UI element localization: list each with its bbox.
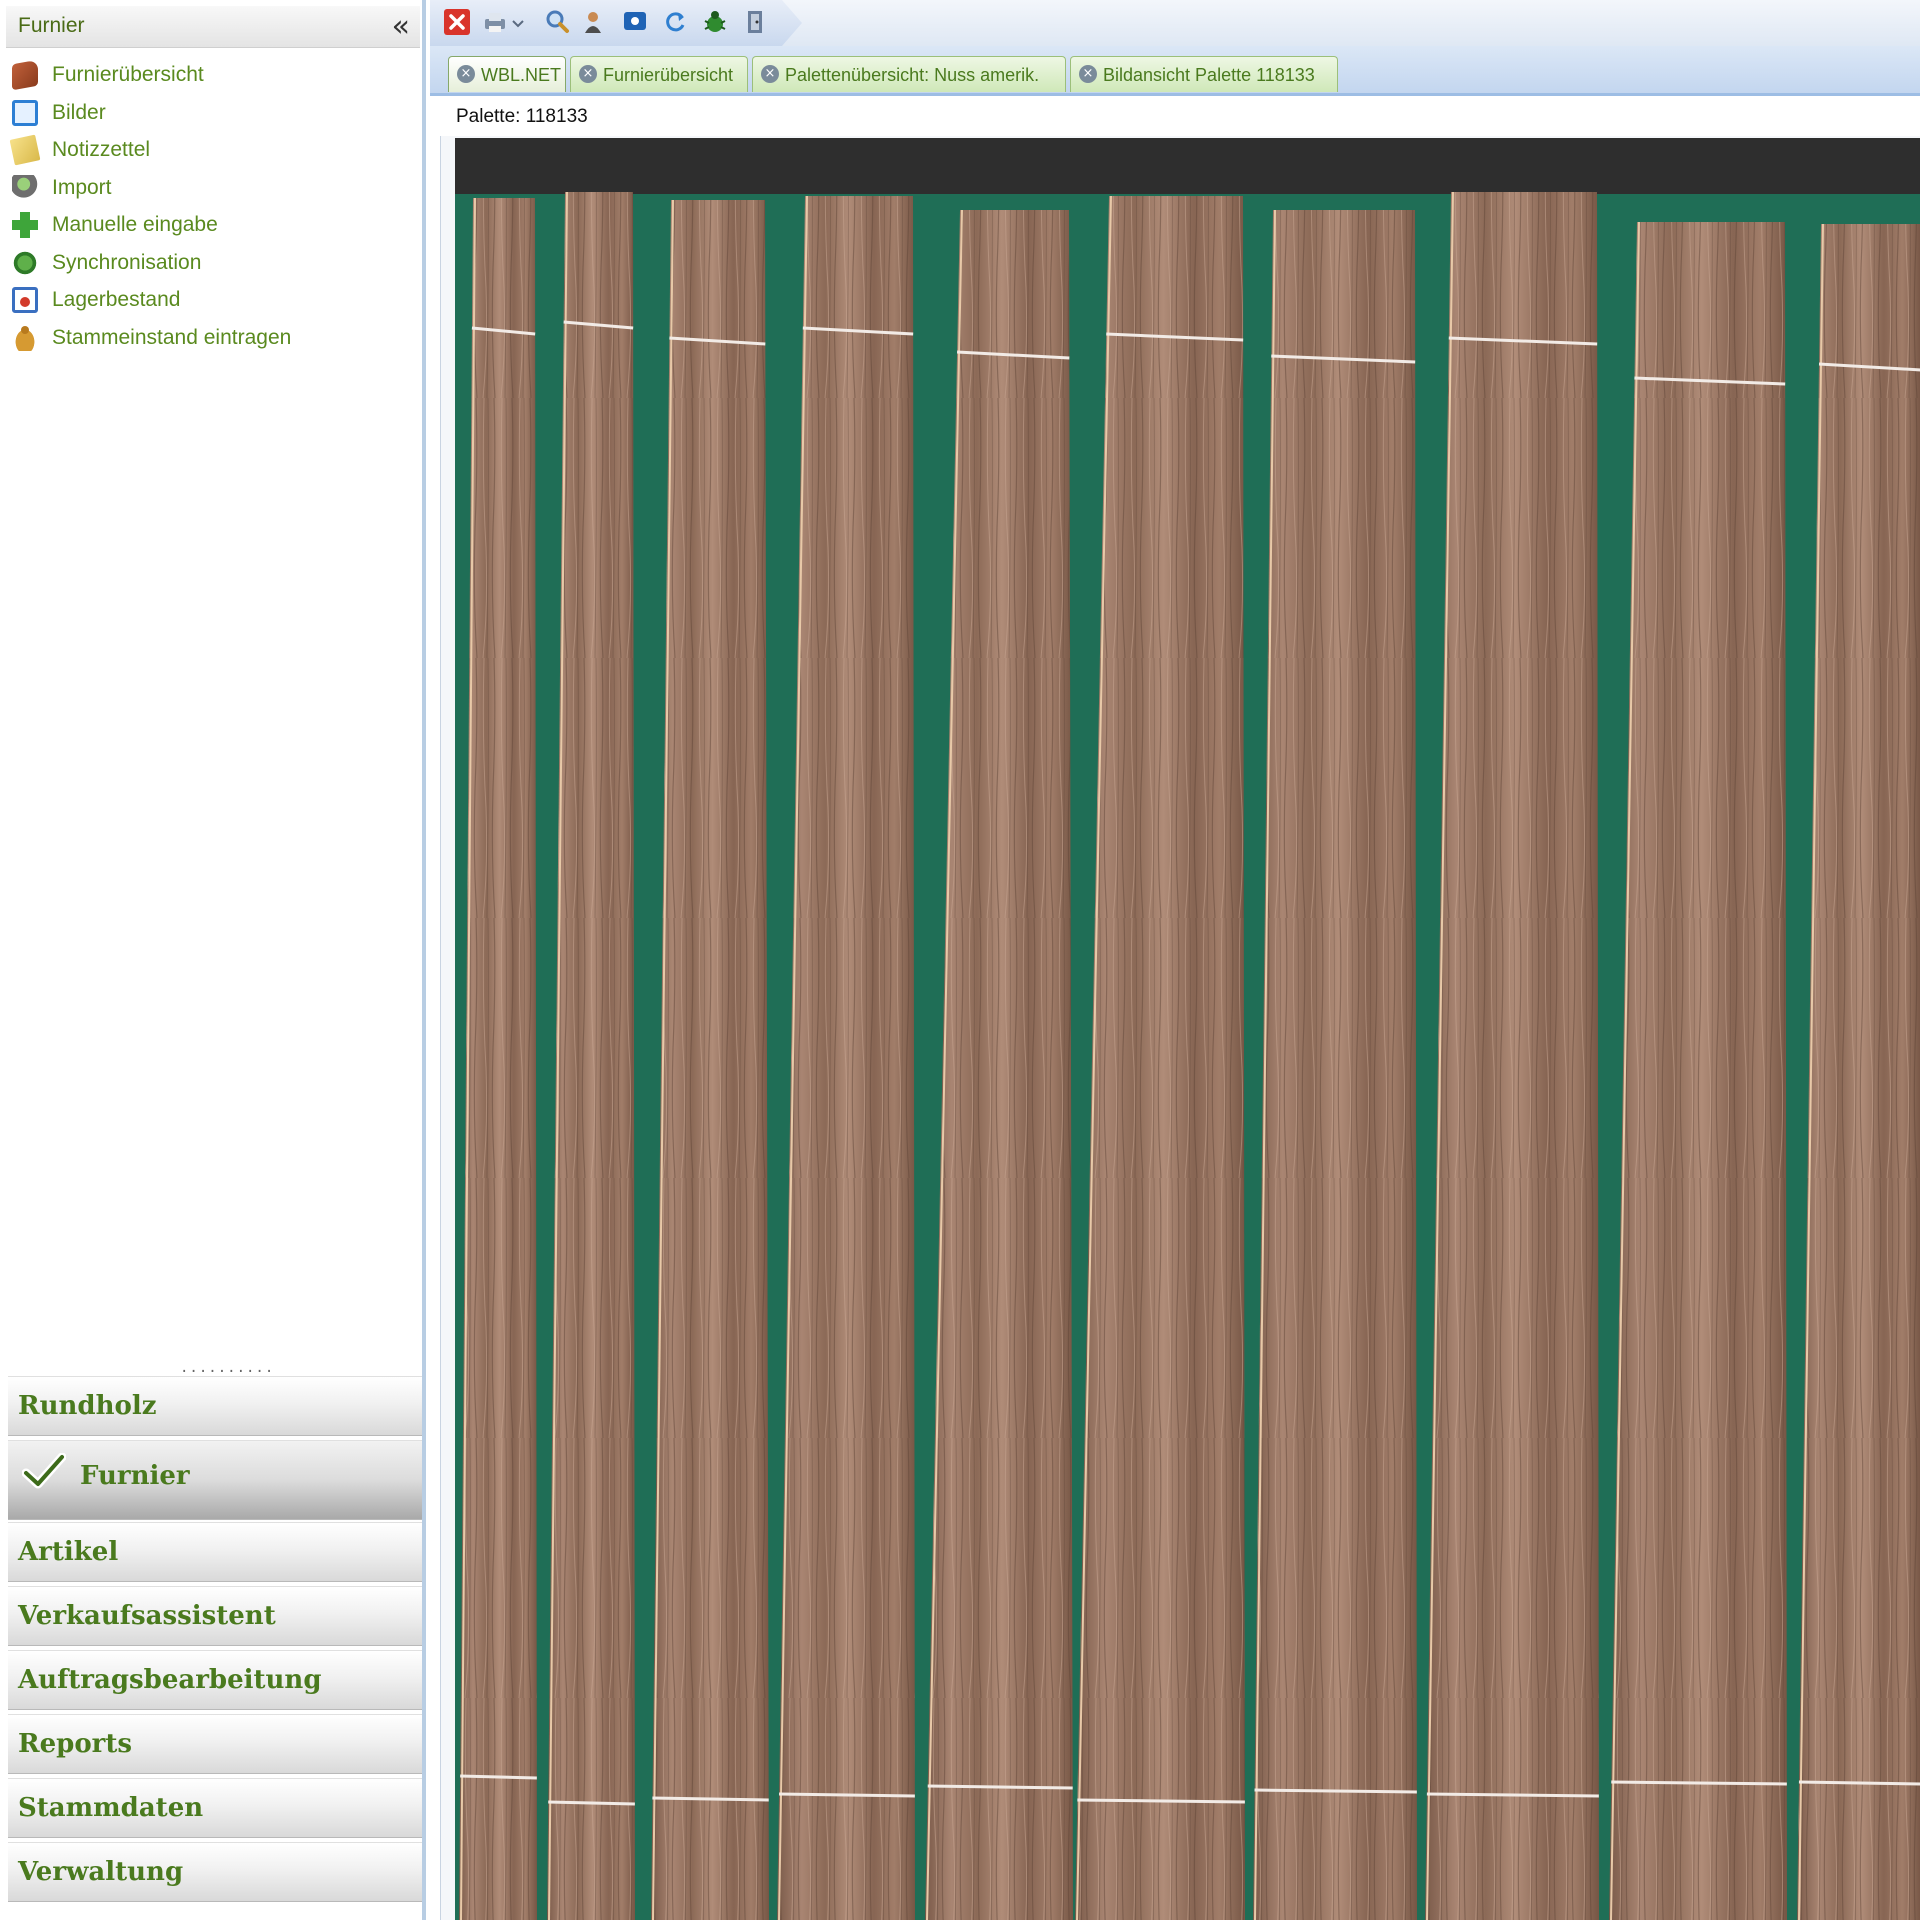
section-label: Artikel	[18, 1537, 119, 1567]
section-label: Verkaufsassistent	[18, 1601, 276, 1631]
section-stammdaten[interactable]: Stammdaten	[8, 1778, 422, 1838]
add-icon	[12, 212, 38, 238]
tab-bildansicht[interactable]: × Bildansicht Palette 118133	[1070, 56, 1338, 92]
log-icon	[12, 325, 38, 351]
navigation-sidebar: Furnier « Furnierübersicht Bilder Notizz…	[0, 0, 426, 1920]
veneer-sheets	[459, 191, 1920, 1920]
section-reports[interactable]: Reports	[8, 1714, 422, 1774]
nav-item-bilder[interactable]: Bilder	[12, 96, 106, 130]
veneer-grain	[1425, 192, 1599, 1920]
cut-mark-line	[1077, 1798, 1245, 1804]
tab-close-icon[interactable]: ×	[1079, 65, 1097, 83]
section-auftragsbearbeitung[interactable]: Auftragsbearbeitung	[8, 1650, 422, 1710]
sync-icon	[12, 250, 38, 276]
nav-item-notizzettel[interactable]: Notizzettel	[9, 133, 151, 167]
tab-wbl-net[interactable]: × WBL.NET	[448, 56, 566, 92]
section-label: Stammdaten	[18, 1793, 204, 1823]
veneer-overview-icon	[12, 59, 38, 91]
toolbar	[430, 0, 1920, 47]
cut-mark-line	[927, 1784, 1073, 1790]
cut-mark-line	[1798, 1780, 1920, 1786]
tab-label: Palettenübersicht: Nuss amerik.	[785, 65, 1040, 85]
print-icon[interactable]	[482, 9, 508, 35]
nav-item-lagerbestand[interactable]: Lagerbestand	[12, 283, 180, 317]
close-icon[interactable]	[444, 9, 470, 35]
cut-mark-line	[460, 1774, 537, 1780]
section-label: Auftragsbearbeitung	[18, 1665, 322, 1695]
panel-splitter[interactable]: ..........	[180, 1360, 274, 1376]
collapse-icon[interactable]: «	[392, 9, 410, 44]
section-label: Verwaltung	[18, 1857, 184, 1887]
top-dark-band	[455, 138, 1920, 194]
section-rundholz[interactable]: Rundholz	[8, 1376, 422, 1436]
tab-furnieruebersicht[interactable]: × Furnierübersicht	[570, 56, 748, 92]
tab-bar: × WBL.NET × Furnierübersicht × Palettenü…	[430, 46, 1920, 96]
screen-icon[interactable]	[622, 9, 648, 35]
veneer-grain	[651, 200, 769, 1920]
nav-item-import[interactable]: Import	[12, 171, 112, 205]
cut-mark-line	[652, 1796, 769, 1802]
section-verkaufsassistent[interactable]: Verkaufsassistent	[8, 1586, 422, 1646]
nav-item-label: Furnierübersicht	[52, 63, 204, 86]
tab-close-icon[interactable]: ×	[761, 65, 779, 83]
cut-mark-line	[1611, 1780, 1787, 1786]
nav-item-stammeinstand-eintragen[interactable]: Stammeinstand eintragen	[12, 321, 291, 355]
tab-label: WBL.NET	[481, 65, 562, 85]
exit-door-icon[interactable]	[742, 9, 768, 35]
sidebar-title: Furnier	[18, 14, 85, 37]
nav-item-manuelle-eingabe[interactable]: Manuelle eingabe	[12, 208, 218, 242]
search-icon[interactable]	[544, 9, 570, 35]
nav-item-synchronisation[interactable]: Synchronisation	[12, 246, 201, 280]
nav-item-label: Lagerbestand	[52, 288, 181, 311]
section-artikel[interactable]: Artikel	[8, 1522, 422, 1582]
tab-label: Bildansicht Palette 118133	[1103, 65, 1315, 85]
nav-item-label: Import	[52, 176, 112, 199]
nav-item-label: Stammeinstand eintragen	[52, 326, 292, 349]
palette-label: Palette: 118133	[456, 106, 588, 127]
checkmark-icon	[22, 1453, 66, 1489]
section-furnier[interactable]: Furnier	[8, 1440, 422, 1520]
tab-close-icon[interactable]: ×	[457, 65, 475, 83]
image-viewer[interactable]	[440, 136, 1920, 1920]
nav-item-label: Notizzettel	[52, 138, 151, 161]
section-verwaltung[interactable]: Verwaltung	[8, 1842, 422, 1902]
section-label: Furnier	[80, 1461, 190, 1491]
nav-item-furnieruebersicht[interactable]: Furnierübersicht	[12, 58, 204, 92]
tab-label: Furnierübersicht	[603, 65, 734, 85]
veneer-grain	[1253, 210, 1417, 1920]
nav-item-label: Manuelle eingabe	[52, 213, 218, 236]
section-label: Rundholz	[18, 1391, 157, 1421]
stock-icon	[12, 287, 38, 313]
section-label: Reports	[18, 1729, 133, 1759]
images-icon	[12, 100, 38, 126]
palette-info-bar: Palette: 118133	[440, 98, 1920, 137]
sidebar-header: Furnier «	[6, 6, 420, 48]
nav-item-label: Synchronisation	[52, 251, 202, 274]
refresh-icon[interactable]	[662, 9, 688, 35]
import-icon	[12, 175, 38, 201]
dropdown-arrow-icon[interactable]	[510, 9, 526, 35]
cut-mark-line	[1254, 1788, 1417, 1794]
notes-icon	[9, 134, 41, 166]
bug-icon[interactable]	[702, 9, 728, 35]
cut-mark-line	[779, 1792, 915, 1798]
tab-close-icon[interactable]: ×	[579, 65, 597, 83]
cut-mark-line	[1426, 1792, 1599, 1798]
tab-palettenuebersicht[interactable]: × Palettenübersicht: Nuss amerik.	[752, 56, 1066, 92]
user-icon[interactable]	[580, 9, 606, 35]
veneer-palette-image[interactable]	[455, 138, 1920, 1920]
cut-mark-line	[548, 1800, 635, 1806]
nav-item-label: Bilder	[52, 101, 106, 124]
